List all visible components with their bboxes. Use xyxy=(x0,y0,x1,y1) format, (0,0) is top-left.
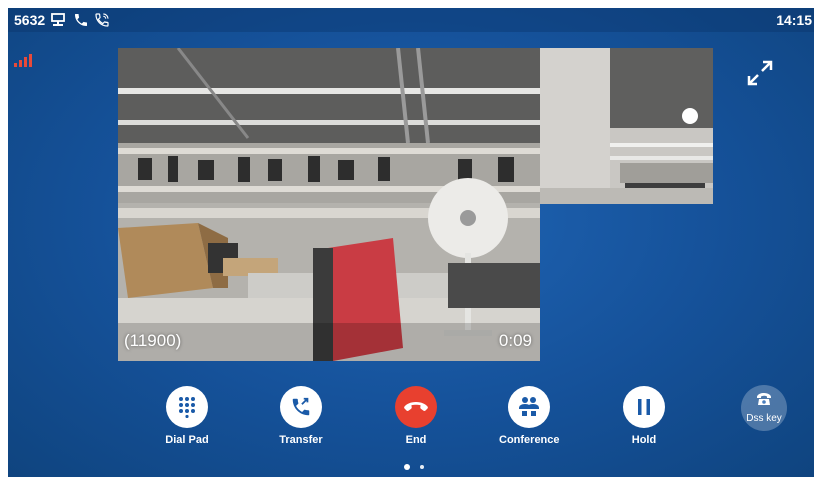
dial-pad-label: Dial Pad xyxy=(165,434,209,446)
end-call-button[interactable]: End xyxy=(386,386,446,446)
fullscreen-icon[interactable] xyxy=(745,58,775,88)
clock: 14:15 xyxy=(776,12,812,28)
hold-button[interactable]: Hold xyxy=(614,386,674,446)
conference-icon xyxy=(508,386,550,428)
transfer-button[interactable]: Transfer xyxy=(271,386,331,446)
remote-video-image xyxy=(118,48,540,361)
pause-icon xyxy=(623,386,665,428)
local-video-preview[interactable] xyxy=(540,48,713,204)
extension-number: 5632 xyxy=(14,12,46,28)
page-indicator xyxy=(404,464,424,470)
dialpad-icon xyxy=(166,386,208,428)
phone-icon xyxy=(73,12,89,28)
dss-key-button[interactable]: Dss key xyxy=(741,385,787,431)
conference-button[interactable]: Conference xyxy=(499,386,560,446)
conference-label: Conference xyxy=(499,434,560,446)
dss-key-label: Dss key xyxy=(746,413,782,424)
hold-label: Hold xyxy=(631,434,657,446)
call-screen: 5632 14:15 (11900) 0:09 Dial Pad Transfe… xyxy=(8,8,814,477)
transfer-label: Transfer xyxy=(279,434,323,446)
page-dot-active[interactable] xyxy=(404,464,410,470)
transfer-call-icon xyxy=(280,386,322,428)
status-bar: 5632 14:15 xyxy=(8,8,814,32)
phone-call-icon xyxy=(94,12,110,28)
call-duration: 0:09 xyxy=(498,331,532,350)
desk-phone-icon xyxy=(756,392,772,411)
end-label: End xyxy=(405,434,427,446)
hangup-icon xyxy=(395,386,437,428)
dial-pad-button[interactable]: Dial Pad xyxy=(157,386,217,446)
caller-number: (11900) xyxy=(124,331,182,350)
network-icon xyxy=(50,12,68,28)
local-video-image xyxy=(540,48,713,204)
remote-video: (11900) 0:09 xyxy=(118,48,540,361)
signal-bars-icon xyxy=(14,54,32,67)
page-dot[interactable] xyxy=(420,465,424,469)
